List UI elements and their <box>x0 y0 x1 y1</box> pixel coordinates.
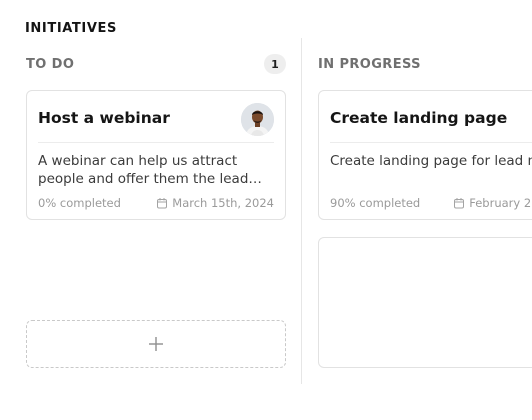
column-count-badge: 1 <box>264 54 286 74</box>
column-divider <box>301 38 302 384</box>
calendar-icon <box>453 197 465 209</box>
initiative-card[interactable]: Host a webinar A webinar can help us att… <box>26 90 286 220</box>
card-progress: 0% completed <box>38 196 121 210</box>
card-due-date: February 2 <box>453 196 531 210</box>
card-due-date-text: March 15th, 2024 <box>172 196 274 210</box>
column-label: IN PROGRESS <box>318 56 421 72</box>
add-card-button[interactable] <box>26 320 286 368</box>
card-description: Create landing page for lead magnet <box>330 153 532 169</box>
column-label: TO DO <box>26 56 75 72</box>
card-meta: 90% completed February 2 <box>330 196 532 210</box>
avatar[interactable] <box>241 103 274 136</box>
card-description: A webinar can help us attract people and… <box>38 153 262 187</box>
card-due-date-text: February 2 <box>469 196 532 210</box>
card-title: Create landing page <box>330 109 508 127</box>
column-header: TO DO 1 <box>26 52 286 76</box>
column-header: IN PROGRESS <box>318 52 532 76</box>
column-in-progress: IN PROGRESS Create landing page Create l… <box>318 52 532 368</box>
calendar-icon <box>156 197 168 209</box>
card-progress: 90% completed <box>330 196 421 210</box>
page-title: INITIATIVES <box>25 21 117 36</box>
initiative-card[interactable]: Create landing page Create landing page … <box>318 90 532 220</box>
empty-card-slot <box>318 237 532 368</box>
initiatives-board: INITIATIVES TO DO 1 Host a webinar A web… <box>0 0 532 420</box>
card-meta: 0% completed March 15th, 2024 <box>38 196 274 210</box>
card-title: Host a webinar <box>38 109 170 127</box>
card-divider <box>38 142 274 143</box>
card-divider <box>330 142 532 143</box>
card-due-date: March 15th, 2024 <box>156 196 274 210</box>
plus-icon <box>148 336 164 352</box>
column-todo: TO DO 1 Host a webinar A webinar can hel… <box>26 52 286 368</box>
